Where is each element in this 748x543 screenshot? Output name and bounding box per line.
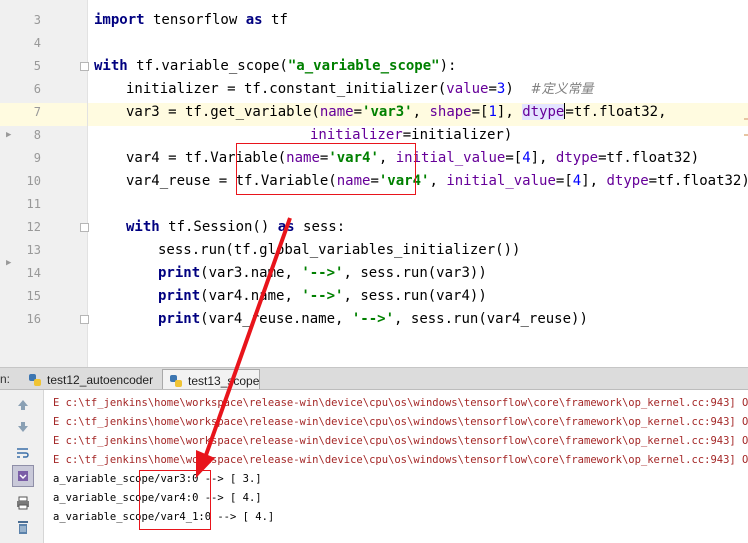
code-line: print(var3.name, '-->', sess.run(var3)) <box>158 265 487 281</box>
line-number: 16 <box>26 312 41 326</box>
run-toolbar <box>0 390 44 543</box>
code-line: sess.run(tf.global_variables_initializer… <box>158 242 521 258</box>
line-number: 5 <box>33 59 41 73</box>
line-number: 7 <box>33 105 41 119</box>
fold-marker-icon[interactable] <box>80 62 89 71</box>
code-line: with tf.variable_scope("a_variable_scope… <box>94 58 457 74</box>
run-tab-bar: n: test12_autoencoder test13_scope <box>0 367 748 390</box>
breakpoint-gutter-icon[interactable]: ▶ <box>6 258 11 268</box>
line-number: 12 <box>26 220 41 234</box>
console-error-line: E c:\tf_jenkins\home\workspace\release-w… <box>53 435 748 447</box>
soft-wrap-icon[interactable] <box>12 442 34 464</box>
line-number: 6 <box>33 82 41 96</box>
line-number: 4 <box>33 36 41 50</box>
tab-test12-autoencoder[interactable]: test12_autoencoder <box>22 369 160 389</box>
line-number: 9 <box>33 151 41 165</box>
code-line: var4_reuse = tf.Variable(name='var4', in… <box>126 173 748 189</box>
line-number: 11 <box>26 197 41 211</box>
code-line: print(var4_reuse.name, '-->', sess.run(v… <box>158 311 588 327</box>
console-error-line: E c:\tf_jenkins\home\workspace\release-w… <box>53 454 748 466</box>
code-line: import tensorflow as tf <box>94 12 288 28</box>
code-line: initializer = tf.constant_initializer(va… <box>126 81 594 97</box>
scroll-marker[interactable] <box>744 134 748 136</box>
fold-marker-icon[interactable] <box>80 223 89 232</box>
scroll-to-end-icon[interactable] <box>12 465 34 487</box>
line-number: 3 <box>33 13 41 27</box>
line-number: 10 <box>26 174 41 188</box>
code-line: var3 = tf.get_variable(name='var3', shap… <box>126 103 667 120</box>
down-arrow-icon[interactable] <box>12 416 34 438</box>
print-icon[interactable] <box>12 492 34 514</box>
console-error-line: E c:\tf_jenkins\home\workspace\release-w… <box>53 397 748 409</box>
console-error-line: E c:\tf_jenkins\home\workspace\release-w… <box>53 416 748 428</box>
fold-marker-icon[interactable] <box>80 315 89 324</box>
scroll-marker[interactable] <box>744 118 748 120</box>
run-panel-label: n: <box>0 372 11 386</box>
python-file-icon <box>28 373 42 387</box>
tab-test13-scope[interactable]: test13_scope <box>162 369 260 389</box>
code-line: print(var4.name, '-->', sess.run(var4)) <box>158 288 487 304</box>
code-editor[interactable]: 3 4 5 6 7 8 9 10 11 12 13 14 15 16 ▶ ▶ i… <box>0 0 748 367</box>
annotation-box-output-names <box>139 470 211 530</box>
python-file-icon <box>169 374 183 388</box>
code-line: with tf.Session() as sess: <box>126 219 346 235</box>
annotation-box-var4-names <box>236 143 416 195</box>
up-arrow-icon[interactable] <box>12 394 34 416</box>
trash-icon[interactable] <box>12 516 34 538</box>
line-number: 15 <box>26 289 41 303</box>
breakpoint-gutter-icon[interactable]: ▶ <box>6 130 11 140</box>
